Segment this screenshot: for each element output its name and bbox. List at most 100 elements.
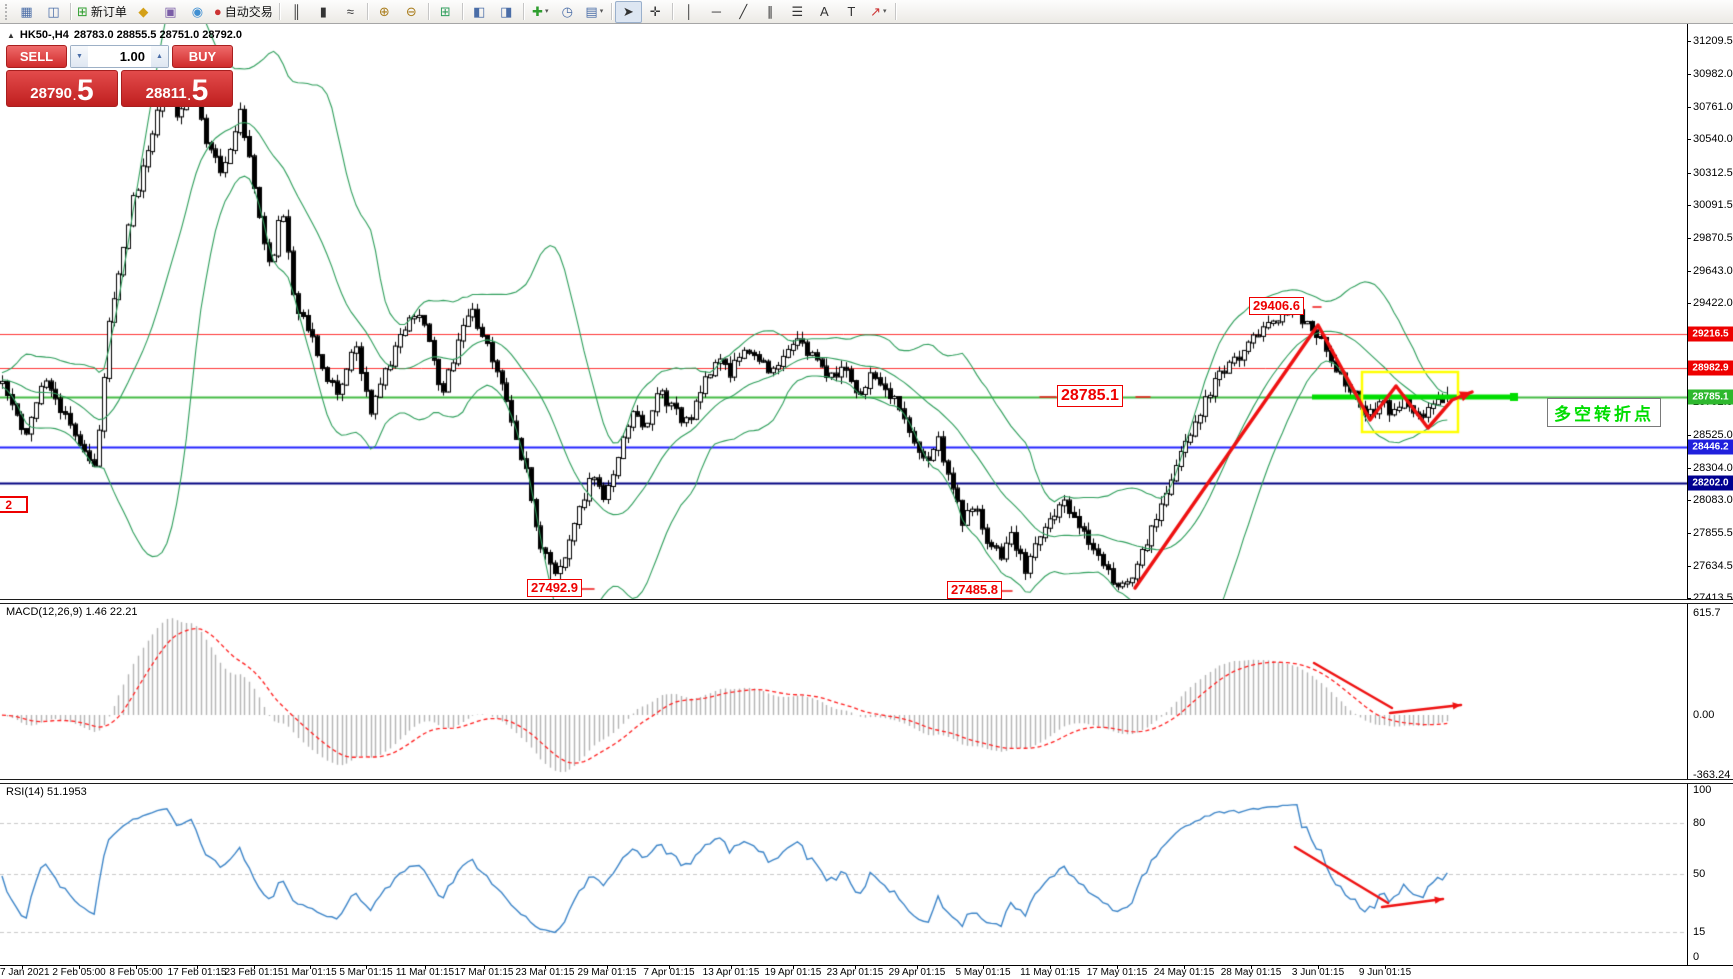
panel-divider-rsi[interactable]: [0, 779, 1733, 784]
equidistant-channel-button[interactable]: ∥: [757, 1, 784, 23]
horizontal-line-button[interactable]: ─: [703, 1, 730, 23]
time-axis-label: 17 May 01:15: [1087, 967, 1148, 978]
candlestick-chart-button[interactable]: ▮: [310, 1, 337, 23]
price-axis-label: 30091.5: [1693, 199, 1733, 211]
rsi-axis-label: 100: [1693, 784, 1711, 796]
arrange-windows-icon: ◧: [473, 2, 485, 22]
chart-profiles-icon: ◫: [47, 2, 59, 22]
time-axis-label: 23 Mar 01:15: [516, 967, 575, 978]
buy-price-main: 28811: [146, 83, 187, 105]
buy-price-pips: 5: [192, 77, 209, 105]
fibonacci-button[interactable]: ☰: [784, 1, 811, 23]
volume-up-button[interactable]: ▲: [151, 46, 168, 67]
price-axis-label: 30312.5: [1693, 167, 1733, 179]
price-annotation-label[interactable]: 29406.6: [1249, 297, 1304, 315]
volume-stepper: ▼ 1.00 ▲: [70, 45, 169, 68]
toolbar-separator: [672, 3, 673, 20]
vertical-line-button[interactable]: │: [676, 1, 703, 23]
toolbar-separator: [428, 3, 429, 20]
panel-divider-macd[interactable]: [0, 599, 1733, 604]
partial-price-label[interactable]: 2: [0, 496, 28, 513]
time-axis-label: 5 Mar 01:15: [339, 967, 392, 978]
time-axis-label: 3 Jun 01:15: [1292, 967, 1344, 978]
templates-button[interactable]: ▤▾: [581, 1, 608, 23]
autotrading-button[interactable]: ●自动交易: [211, 1, 276, 23]
sell-button[interactable]: SELL: [6, 45, 67, 68]
time-axis-label: 9 Jun 01:15: [1359, 967, 1411, 978]
time-axis-label: 23 Apr 01:15: [827, 967, 884, 978]
price-axis-label: 29422.0: [1693, 297, 1733, 309]
price-annotation-label[interactable]: 27485.8: [947, 581, 1002, 599]
cursor-icon: ➤: [623, 2, 634, 22]
price-axis-label: 31209.5: [1693, 35, 1733, 47]
metaeditor-icon: ◆: [138, 2, 148, 22]
line-chart-button[interactable]: ≈: [337, 1, 364, 23]
price-level-tag: 28446.2: [1688, 439, 1733, 454]
time-axis-label: 24 May 01:15: [1154, 967, 1215, 978]
periods-icon: ◷: [562, 2, 573, 22]
price-axis-label: 29643.0: [1693, 265, 1733, 277]
time-axis-label: 28 May 01:15: [1221, 967, 1282, 978]
chevron-down-icon[interactable]: ▾: [883, 2, 887, 22]
bar-chart-button[interactable]: ║: [283, 1, 310, 23]
toolbar-separator: [523, 3, 524, 20]
price-chart-canvas[interactable]: [0, 24, 1687, 602]
macd-chart-canvas[interactable]: [0, 602, 1687, 782]
add-indicator-button[interactable]: ✚▾: [527, 1, 554, 23]
price-axis-label: 28304.0: [1693, 462, 1733, 474]
cascade-windows-button[interactable]: ◨: [493, 1, 520, 23]
trendline-button[interactable]: ╱: [730, 1, 757, 23]
zoom-out-button[interactable]: ⊖: [398, 1, 425, 23]
text-button[interactable]: A: [811, 1, 838, 23]
chart-header: ▲ HK50-,H4 28783.0 28855.5 28751.0 28792…: [7, 29, 242, 41]
rsi-axis-label: 50: [1693, 868, 1705, 880]
volume-down-button[interactable]: ▼: [71, 46, 88, 67]
price-level-tag: 28785.1: [1688, 389, 1733, 404]
equidistant-channel-icon: ∥: [767, 2, 774, 22]
text-label-button[interactable]: T: [838, 1, 865, 23]
rsi-chart-canvas[interactable]: [0, 782, 1687, 965]
new-order-button[interactable]: ⊞新订单: [74, 1, 130, 23]
collapse-quote-panel-icon[interactable]: ▲: [7, 31, 15, 40]
chart-profiles-button[interactable]: ◫: [40, 1, 67, 23]
text-label-icon: T: [847, 2, 855, 22]
time-axis-label: 13 Apr 01:15: [703, 967, 760, 978]
chevron-down-icon[interactable]: ▾: [600, 2, 604, 22]
text-icon: A: [820, 2, 829, 22]
autotrading-label: 自动交易: [225, 2, 273, 22]
time-axis-label: 27 Jan 2021: [0, 967, 50, 978]
sell-price-button[interactable]: 28790 . 5: [6, 70, 118, 107]
time-axis-label: 2 Feb 05:00: [52, 967, 105, 978]
toolbar-separator: [895, 3, 896, 20]
turning-point-label[interactable]: 多空转折点: [1547, 398, 1661, 427]
zoom-out-icon: ⊖: [406, 2, 417, 22]
buy-price-button[interactable]: 28811 . 5: [121, 70, 233, 107]
time-axis-label: 19 Apr 01:15: [765, 967, 822, 978]
chevron-down-icon[interactable]: ▾: [545, 2, 549, 22]
price-level-tag: 28982.9: [1688, 360, 1733, 375]
periods-button[interactable]: ◷: [554, 1, 581, 23]
buy-button[interactable]: BUY: [172, 45, 233, 68]
time-axis-label: 29 Mar 01:15: [578, 967, 637, 978]
time-axis-label: 11 Mar 01:15: [396, 967, 454, 978]
arrows-tool-button[interactable]: ↗▾: [865, 1, 892, 23]
main-toolbar: ▦ ◫ ⊞新订单 ◆ ▣◉●自动交易 ║ ▮ ≈ ⊕ ⊖ ⊞ ◧ ◨ ✚▾ ◷ ▤▾ ➤ ✛ │─╱ ∥ ☰ AT ↗▾: [0, 0, 1733, 24]
price-annotation-label[interactable]: 27492.9: [527, 579, 582, 597]
cursor-button[interactable]: ➤: [615, 1, 642, 23]
market-terminal-button[interactable]: ▣: [157, 1, 184, 23]
arrange-windows-button[interactable]: ◧: [466, 1, 493, 23]
price-annotation-label[interactable]: 28785.1: [1057, 385, 1123, 407]
crosshair-icon: ✛: [650, 2, 661, 22]
metaeditor-button[interactable]: ◆: [130, 1, 157, 23]
candlestick-chart-icon: ▮: [320, 2, 327, 22]
sell-price-pips: 5: [77, 77, 94, 105]
toolbar-separator: [611, 3, 612, 20]
tile-windows-button[interactable]: ⊞: [432, 1, 459, 23]
volume-input[interactable]: 1.00: [88, 46, 151, 67]
crosshair-button[interactable]: ✛: [642, 1, 669, 23]
new-chart-button[interactable]: ▦: [13, 1, 40, 23]
price-axis-label: 27634.5: [1693, 560, 1733, 572]
signals-button[interactable]: ◉: [184, 1, 211, 23]
zoom-in-button[interactable]: ⊕: [371, 1, 398, 23]
price-axis-label: 30540.0: [1693, 133, 1733, 145]
